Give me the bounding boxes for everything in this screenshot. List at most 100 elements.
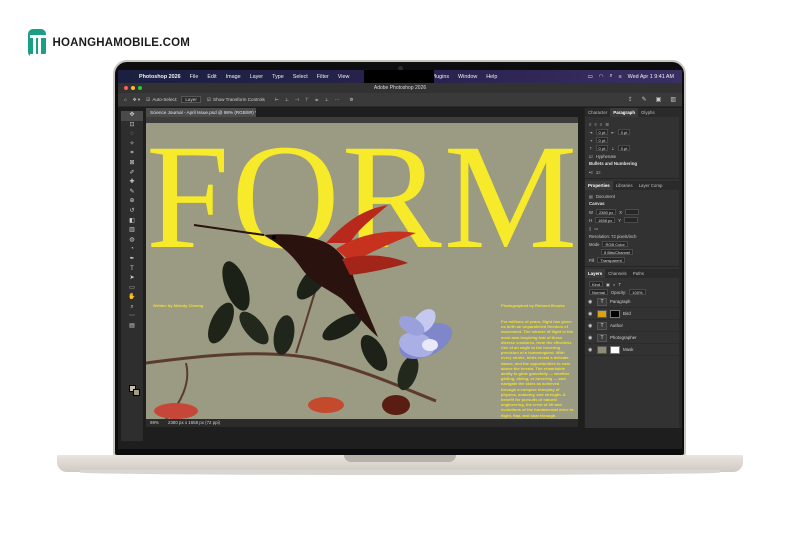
document-canvas[interactable]: FORM Written by Melody Cheong Photograph… xyxy=(146,123,578,419)
filter-type-icon[interactable]: T xyxy=(619,282,622,287)
auto-select-dropdown[interactable]: Layer xyxy=(181,96,201,103)
move-tool-preset-icon[interactable]: ✥ ▾ xyxy=(133,97,140,103)
hand-icon[interactable]: ✋ xyxy=(121,293,143,303)
fill-select[interactable]: Transparent xyxy=(597,257,625,263)
mode-select[interactable]: RGB Color xyxy=(602,241,628,247)
dodge-icon[interactable]: ◔ xyxy=(121,245,143,255)
align-left-icon[interactable]: ⊢ xyxy=(275,97,279,103)
more-icon[interactable]: ⋯ xyxy=(121,312,143,322)
menu-window[interactable]: Window xyxy=(458,74,477,80)
filter-adjust-icon[interactable]: ◐ xyxy=(613,282,616,287)
bit-depth-select[interactable]: 8 Bits/Channel xyxy=(601,249,634,255)
width-field[interactable]: 2380 px xyxy=(595,209,617,215)
zoom-window-button[interactable] xyxy=(138,86,142,90)
align-bottom-icon[interactable]: ⊥ xyxy=(325,97,329,103)
background-color-swatch[interactable] xyxy=(133,389,140,396)
share-icon[interactable]: ⇪ xyxy=(628,96,633,103)
search-icon[interactable]: ⌕ xyxy=(609,73,612,80)
zoom-level[interactable]: 98% xyxy=(150,420,159,425)
menu-select[interactable]: Select xyxy=(293,74,308,80)
layer-row[interactable]: ◉ T Author xyxy=(585,320,682,332)
indent-right-field[interactable]: 0 pt xyxy=(617,129,631,135)
lasso-icon[interactable]: ◌ xyxy=(121,130,143,140)
document-tab[interactable]: Science Journal - April Issue.psd @ 98% … xyxy=(146,108,256,117)
y-field[interactable] xyxy=(624,217,639,223)
type-icon[interactable]: T xyxy=(121,265,143,275)
hyphenate-checkbox[interactable]: ☑ xyxy=(589,154,593,159)
battery-icon[interactable]: ▭ xyxy=(588,74,593,80)
portrait-icon[interactable]: ▯ xyxy=(589,226,591,231)
menu-file[interactable]: File xyxy=(190,74,199,80)
tab-layers[interactable]: Layers xyxy=(585,269,606,278)
menu-filter[interactable]: Filter xyxy=(317,74,329,80)
edit-toolbar-icon[interactable]: ▤ xyxy=(121,322,143,332)
close-window-button[interactable] xyxy=(124,86,128,90)
panel-scrollbar[interactable] xyxy=(679,108,682,428)
crop-icon[interactable]: ⌗ xyxy=(121,149,143,159)
align-text-center-icon[interactable]: ≡ xyxy=(594,122,596,127)
x-field[interactable] xyxy=(624,209,639,215)
filter-pixel-icon[interactable]: ▣ xyxy=(606,282,610,287)
justify-icon[interactable]: ☰ xyxy=(605,122,609,127)
visibility-icon[interactable]: ◉ xyxy=(588,299,594,305)
visibility-icon[interactable]: ◉ xyxy=(588,323,594,329)
opacity-field[interactable]: 100% xyxy=(629,289,646,295)
visibility-icon[interactable]: ◉ xyxy=(588,311,594,317)
layer-row[interactable]: ◉ T Photographer xyxy=(585,332,682,344)
stamp-icon[interactable]: ⊕ xyxy=(121,197,143,207)
brush-icon[interactable]: ✎ xyxy=(121,188,143,198)
menu-plugins[interactable]: Plugins xyxy=(431,74,449,80)
rectangle-icon[interactable]: ▭ xyxy=(121,284,143,294)
3d-mode-icon[interactable]: ⚙ xyxy=(349,97,353,103)
eyedropper-icon[interactable]: ✐ xyxy=(121,169,143,179)
numbering-icon[interactable]: 1≡ xyxy=(596,170,601,175)
align-text-left-icon[interactable]: ≡ xyxy=(589,122,591,127)
visibility-icon[interactable]: ◉ xyxy=(588,347,594,353)
tab-properties[interactable]: Properties xyxy=(585,181,613,190)
more-options-icon[interactable]: ⋯ xyxy=(335,97,340,103)
learn-icon[interactable]: ✎ xyxy=(642,96,647,103)
layer-row[interactable]: ◉ Mask xyxy=(585,344,682,356)
home-icon[interactable]: ⌂ xyxy=(124,97,127,102)
menu-help[interactable]: Help xyxy=(486,74,497,80)
magic-wand-icon[interactable]: ✧ xyxy=(121,140,143,150)
align-center-icon[interactable]: ⊥ xyxy=(285,97,289,103)
minimize-window-button[interactable] xyxy=(131,86,135,90)
tab-paragraph[interactable]: Paragraph xyxy=(610,108,638,117)
zoom-icon[interactable]: ⌕ xyxy=(121,303,143,313)
space-after-field[interactable]: 0 pt xyxy=(617,145,631,151)
control-center-icon[interactable]: ≡ xyxy=(618,74,621,80)
bullets-icon[interactable]: •≡ xyxy=(589,170,593,175)
tab-libraries[interactable]: Libraries xyxy=(613,181,636,190)
align-right-icon[interactable]: ⊣ xyxy=(295,97,299,103)
healing-icon[interactable]: ✚ xyxy=(121,178,143,188)
frame-icon[interactable]: ⊠ xyxy=(121,159,143,169)
indent-left-field[interactable]: 0 pt xyxy=(595,129,609,135)
transform-controls-checkbox[interactable]: ☑ xyxy=(207,97,211,103)
wifi-icon[interactable]: ◠ xyxy=(599,74,604,80)
tab-glyphs[interactable]: Glyphs xyxy=(638,108,658,117)
menu-app[interactable]: Photoshop 2026 xyxy=(139,74,181,80)
space-before-field[interactable]: 0 pt xyxy=(595,145,609,151)
menu-image[interactable]: Image xyxy=(226,74,241,80)
gradient-icon[interactable]: ▥ xyxy=(121,226,143,236)
filter-kind-select[interactable]: Kind xyxy=(589,281,604,287)
bullets-heading[interactable]: Bullets and Numbering xyxy=(585,160,682,168)
layer-row[interactable]: ◉ Bird xyxy=(585,308,682,320)
blend-mode-select[interactable]: Normal xyxy=(589,289,608,295)
blur-icon[interactable]: ◍ xyxy=(121,236,143,246)
align-text-right-icon[interactable]: ≡ xyxy=(600,122,602,127)
workspace-icon[interactable]: ▣ xyxy=(656,96,662,103)
history-brush-icon[interactable]: ↺ xyxy=(121,207,143,217)
clock[interactable]: Wed Apr 1 9:41 AM xyxy=(628,74,674,80)
canvas-heading[interactable]: Canvas xyxy=(585,200,682,208)
eraser-icon[interactable]: ◧ xyxy=(121,217,143,227)
tab-paths[interactable]: Paths xyxy=(630,269,647,278)
path-select-icon[interactable]: ➤ xyxy=(121,274,143,284)
height-field[interactable]: 1658 px xyxy=(595,217,616,223)
menu-type[interactable]: Type xyxy=(272,74,284,80)
menu-edit[interactable]: Edit xyxy=(207,74,216,80)
tab-channels[interactable]: Channels xyxy=(605,269,630,278)
first-line-indent-field[interactable]: 0 pt xyxy=(595,137,609,143)
landscape-icon[interactable]: ▭ xyxy=(594,226,598,231)
